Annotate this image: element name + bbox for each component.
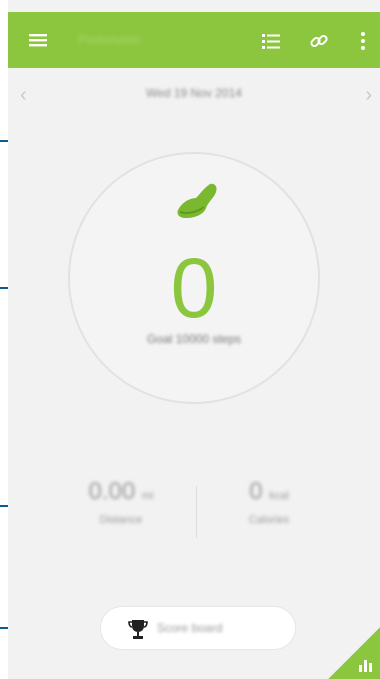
bar-chart-icon <box>359 660 372 672</box>
score-board-button[interactable]: Score board <box>100 606 296 650</box>
app-bar: Pedometer <box>8 12 380 68</box>
more-options-icon[interactable] <box>356 30 370 52</box>
calories-unit: kcal <box>269 490 289 502</box>
app-title: Pedometer <box>78 32 142 47</box>
shoe-icon <box>177 183 217 218</box>
score-board-label: Score board <box>157 621 223 635</box>
pedometer-screen: Pedometer ‹ Wed 19 Nov 2014 › 0 Goal 100… <box>8 0 380 679</box>
next-day-button[interactable]: › <box>365 84 372 107</box>
distance-unit: mi <box>141 490 154 502</box>
calories-value: 0 <box>249 478 263 505</box>
list-icon[interactable] <box>260 30 282 52</box>
current-date[interactable]: Wed 19 Nov 2014 <box>8 86 380 100</box>
distance-value: 0.00 <box>88 478 136 505</box>
link-icon[interactable] <box>308 30 330 52</box>
menu-icon[interactable] <box>28 30 48 50</box>
date-navigator: ‹ Wed 19 Nov 2014 › <box>8 68 380 120</box>
distance-stat: 0.00 mi Distance <box>46 478 196 526</box>
history-chart-button[interactable] <box>328 627 380 679</box>
trophy-icon <box>128 620 148 639</box>
distance-label: Distance <box>99 514 143 526</box>
calories-stat: 0 kcal Calories <box>194 478 344 526</box>
step-goal[interactable]: Goal 10000 steps <box>8 332 380 346</box>
calories-label: Calories <box>248 514 290 526</box>
step-count: 0 <box>170 241 218 335</box>
